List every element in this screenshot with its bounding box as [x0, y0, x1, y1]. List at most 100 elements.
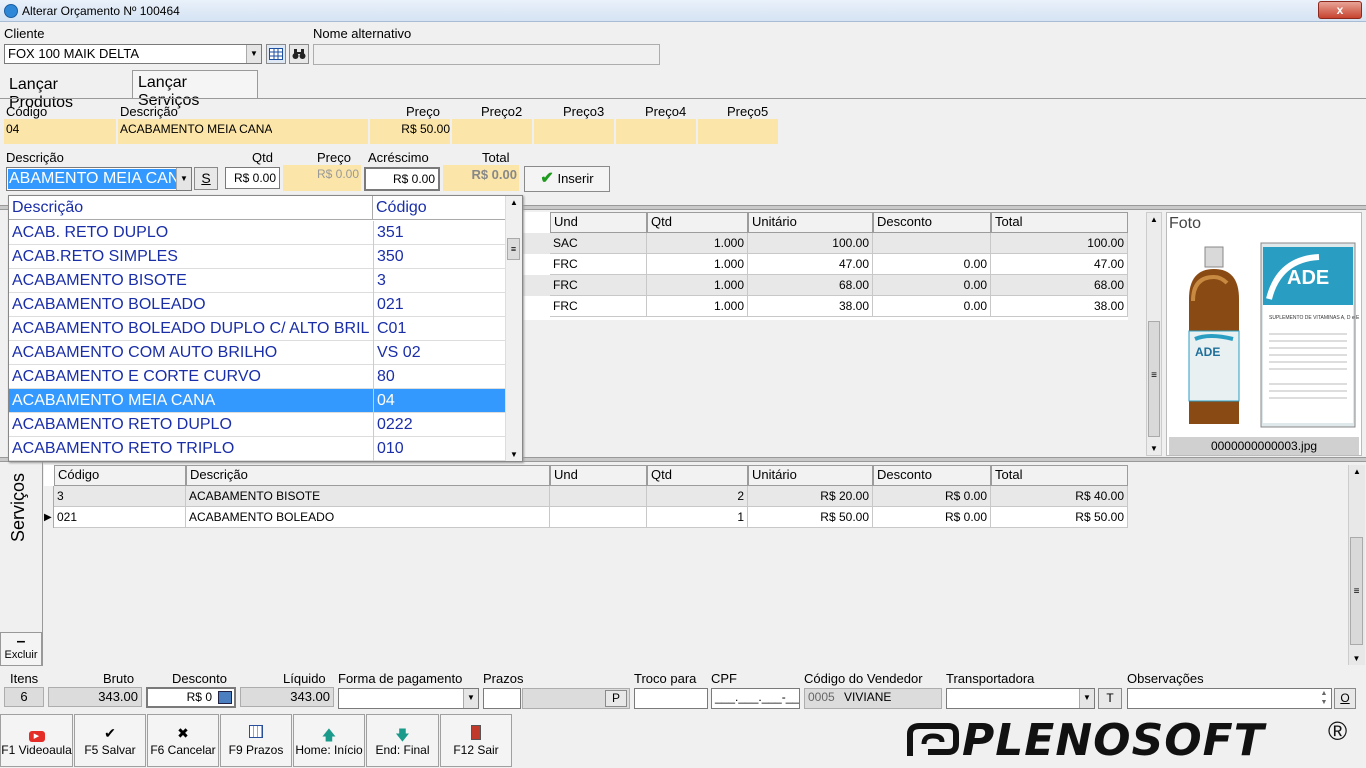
desconto-input[interactable]: R$ 0 [146, 687, 236, 708]
chevron-down-icon[interactable]: ▼ [463, 689, 478, 708]
fkey-label: Home: Início [295, 743, 363, 757]
fkey-label: F9 Prazos [228, 743, 284, 757]
fkey-label: End: Final [375, 743, 430, 757]
tab-lancar-produtos[interactable]: Lançar Produtos [3, 72, 131, 111]
dd-col-divider [373, 365, 374, 389]
dd-col-divider [373, 317, 374, 341]
svc-col-und[interactable]: Und [550, 465, 647, 486]
table-cell-desconto: 0.00 [873, 254, 991, 275]
fkey-button-6[interactable]: F12 Sair [440, 714, 512, 767]
table-cell-und: FRC [550, 296, 647, 317]
col-codigo-label: Código [6, 104, 48, 119]
descricao-dropdown-list[interactable]: Descrição Código ACAB. RETO DUPLO 351 ACAB… [8, 195, 523, 462]
fkey-button-0[interactable]: ▶ F1 Videoaula [0, 714, 73, 767]
prazos-input[interactable] [483, 688, 521, 709]
close-button[interactable]: x [1318, 1, 1362, 19]
svc-col-desconto[interactable]: Desconto [873, 465, 991, 486]
col-unitario[interactable]: Unitário [748, 212, 873, 233]
svc-col-qtd[interactable]: Qtd [647, 465, 748, 486]
fkey-button-5[interactable]: 🡇 End: Final [366, 714, 439, 767]
inserir-button[interactable]: ✔ Inserir [524, 166, 610, 192]
fkey-button-1[interactable]: ✔ F5 Salvar [74, 714, 146, 767]
foto-scrollbar[interactable]: ▲ ≡ ▼ [1146, 212, 1162, 456]
acrescimo-input[interactable]: R$ 0.00 [364, 167, 440, 191]
observacoes-input[interactable]: ▲ ▼ [1127, 688, 1332, 709]
dd-list-item[interactable]: ACABAMENTO MEIA CANA 04 [9, 389, 507, 413]
dd-list-item[interactable]: ACABAMENTO BISOTE 3 [9, 269, 507, 293]
dd-header-codigo[interactable]: Código [373, 196, 507, 220]
dd-col-divider [373, 341, 374, 365]
dd-list-item[interactable]: ACAB.RETO SIMPLES 350 [9, 245, 507, 269]
dd-col-divider [373, 437, 374, 461]
fkey-button-4[interactable]: 🡅 Home: Início [293, 714, 365, 767]
troco-input[interactable] [634, 688, 708, 709]
s-button[interactable]: S [194, 167, 218, 190]
dd-list-item[interactable]: ACABAMENTO E CORTE CURVO 80 [9, 365, 507, 389]
chevron-down-icon[interactable]: ▼ [176, 168, 191, 190]
table-cell-unitario: R$ 50.00 [748, 507, 873, 528]
services-scrollbar[interactable]: ▲ ≡ ▼ [1348, 465, 1365, 665]
dd-list-item[interactable]: ACABAMENTO COM AUTO BRILHO VS 02 [9, 341, 507, 365]
table-cell-und: FRC [550, 254, 647, 275]
cliente-combo[interactable]: FOX 100 MAIK DELTA ▼ [4, 44, 262, 64]
x-icon: ✖ [177, 725, 189, 741]
table-row[interactable]: 3 ACABAMENTO BISOTE 2 R$ 20.00 R$ 0.00 R$ 40.… [44, 486, 1128, 507]
transportadora-button[interactable]: T [1098, 688, 1122, 709]
nome-alt-input[interactable] [313, 44, 660, 65]
table-cell-und: FRC [550, 275, 647, 296]
transportadora-combo[interactable]: ▼ [946, 688, 1095, 709]
cpf-input[interactable]: ___.___.___-__ [711, 688, 800, 709]
chevron-down-icon[interactable]: ▼ [246, 45, 261, 63]
fkey-label: F5 Salvar [84, 743, 136, 757]
excluir-button[interactable]: – Excluir [0, 632, 42, 666]
prazos-button[interactable]: P [605, 690, 627, 707]
table-row[interactable]: ▶ 021 ACABAMENTO BOLEADO 1 R$ 50.00 R$ 0.00 R$… [44, 507, 1128, 528]
col-desconto[interactable]: Desconto [873, 212, 991, 233]
tab-lancar-servicos[interactable]: Lançar Serviços [132, 70, 258, 109]
descricao-combo[interactable]: ABAMENTO MEIA CAN ▼ [6, 167, 192, 191]
dd-list-item[interactable]: ACABAMENTO BOLEADO 021 [9, 293, 507, 317]
entry-descricao-label: Descrição [6, 150, 64, 165]
chevron-down-icon[interactable]: ▼ [1079, 689, 1094, 708]
dd-list-item[interactable]: ACABAMENTO RETO DUPLO 0222 [9, 413, 507, 437]
col-und[interactable]: Und [550, 212, 647, 233]
dd-scrollbar[interactable]: ▲ ≡ ▼ [505, 196, 522, 461]
dd-item-descricao: ACABAMENTO RETO DUPLO [12, 416, 232, 433]
svc-col-codigo[interactable]: Código [54, 465, 186, 486]
observacoes-button[interactable]: O [1334, 688, 1356, 709]
col-preco2-label: Preço2 [481, 104, 523, 119]
calculator-icon[interactable] [218, 691, 232, 704]
table-cell-und [550, 486, 647, 507]
row-indicator[interactable]: ▶ [44, 507, 54, 528]
svc-col-total[interactable]: Total [991, 465, 1128, 486]
product-photo: ADE SUPLEMENTO DE VITAMINAS A, D e E ADE [1169, 239, 1359, 435]
row-indicator[interactable] [44, 486, 54, 507]
table-cell-unitario: 47.00 [748, 254, 873, 275]
dd-col-divider [373, 293, 374, 317]
binoculars-icon[interactable] [289, 44, 309, 64]
dd-header-descricao[interactable]: Descrição [9, 196, 373, 220]
svc-col-unitario[interactable]: Unitário [748, 465, 873, 486]
fkey-button-3[interactable]: F9 Prazos [220, 714, 292, 767]
col-qtd[interactable]: Qtd [647, 212, 748, 233]
table-cell-desconto: R$ 0.00 [873, 507, 991, 528]
dd-list-item[interactable]: ACABAMENTO BOLEADO DUPLO C/ ALTO BRILHO C… [9, 317, 507, 341]
dd-list-item[interactable]: ACABAMENTO RETO TRIPLO 010 [9, 437, 507, 461]
qtd-input[interactable]: R$ 0.00 [225, 167, 280, 189]
itens-label: Itens [10, 671, 39, 686]
col-preco-label: Preço [406, 104, 440, 119]
preco-cell: R$ 50.00 [370, 119, 450, 144]
services-side-panel: Serviços – Excluir [0, 462, 43, 666]
svc-col-descricao[interactable]: Descrição [186, 465, 550, 486]
preco2-cell [452, 119, 532, 144]
forma-pagamento-combo[interactable]: ▼ [338, 688, 479, 709]
spin-icon[interactable]: ▲ ▼ [1317, 689, 1331, 708]
fkey-button-2[interactable]: ✖ F6 Cancelar [147, 714, 219, 767]
dd-list-item[interactable]: ACAB. RETO DUPLO 351 [9, 221, 507, 245]
col-total[interactable]: Total [991, 212, 1128, 233]
box-label: ADE [1287, 267, 1330, 289]
grid-icon[interactable] [266, 44, 286, 64]
table-cell-descricao: ACABAMENTO BOLEADO [186, 507, 550, 528]
table-cell-und: SAC [550, 233, 647, 254]
table-cell-total: 47.00 [991, 254, 1128, 275]
